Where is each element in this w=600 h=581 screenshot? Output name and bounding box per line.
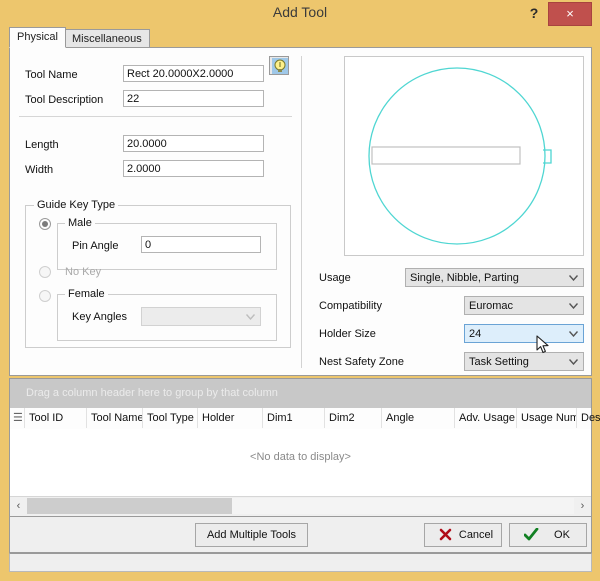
lightbulb-glyph (272, 58, 288, 74)
tab-strip: Physical Miscellaneous (9, 27, 592, 47)
column-header-tool-name[interactable]: Tool Name (87, 408, 143, 428)
length-input[interactable] (123, 135, 264, 152)
page-title: Add Tool (0, 4, 600, 20)
key-angles-label: Key Angles (72, 311, 127, 323)
section-separator (19, 116, 292, 117)
close-icon[interactable]: × (548, 2, 592, 26)
add-multiple-tools-button[interactable]: Add Multiple Tools (195, 523, 308, 547)
grid-menu-icon[interactable]: ☰ (10, 408, 25, 428)
radio-female[interactable] (39, 290, 51, 302)
title-bar: Add Tool ? × (0, 0, 600, 27)
compatibility-label: Compatibility (319, 300, 382, 312)
cancel-button-label: Cancel (455, 524, 497, 547)
pin-angle-input[interactable] (141, 236, 261, 253)
chevron-down-icon (246, 314, 255, 320)
no-key-label: No Key (65, 266, 101, 278)
column-header-angle[interactable]: Angle (382, 408, 455, 428)
usage-label: Usage (319, 272, 351, 284)
physical-tab-panel: Tool Name Tool Description Length Width … (9, 47, 592, 376)
chevron-down-icon (569, 275, 578, 281)
panel-divider (301, 56, 302, 368)
guide-key-type-label: Guide Key Type (34, 199, 118, 211)
column-header-description[interactable]: Description (577, 408, 600, 428)
tool-shape-graphic (345, 57, 583, 255)
tool-name-input[interactable] (123, 65, 264, 82)
checkmark-icon (524, 528, 539, 541)
dialog-button-bar: Add Multiple Tools Cancel OK (9, 517, 592, 553)
nest-safety-zone-label: Nest Safety Zone (319, 356, 404, 368)
cancel-button[interactable]: Cancel (424, 523, 502, 547)
scrollbar-thumb[interactable] (27, 498, 232, 514)
width-input[interactable] (123, 160, 264, 177)
length-label: Length (25, 139, 59, 151)
add-tool-dialog: Add Tool ? × Physical Miscellaneous Tool… (0, 0, 600, 581)
usage-dropdown[interactable]: Single, Nibble, Parting (405, 268, 584, 287)
tool-preview (344, 56, 584, 256)
nest-safety-zone-dropdown[interactable]: Task Setting (464, 352, 584, 371)
scroll-left-button[interactable]: ‹ (10, 497, 27, 515)
cross-icon (439, 528, 452, 541)
grid-body: <No data to display> (10, 429, 591, 497)
pin-angle-label: Pin Angle (72, 240, 118, 252)
tool-grid-panel: Drag a column header here to group by th… (9, 378, 592, 517)
radio-male[interactable] (39, 218, 51, 230)
grid-horizontal-scrollbar[interactable]: ‹ › (10, 496, 591, 516)
column-header-tool-type[interactable]: Tool Type (143, 408, 198, 428)
column-header-tool-id[interactable]: Tool ID (25, 408, 87, 428)
no-data-message: <No data to display> (10, 451, 591, 463)
tab-miscellaneous[interactable]: Miscellaneous (64, 29, 150, 47)
group-by-hint: Drag a column header here to group by th… (26, 387, 278, 399)
holder-size-dropdown[interactable]: 24 (464, 324, 584, 343)
grid-header-row: ☰ Tool ID Tool Name Tool Type Holder Dim… (10, 408, 591, 430)
tool-description-input[interactable] (123, 90, 264, 107)
group-by-band[interactable]: Drag a column header here to group by th… (10, 379, 591, 408)
column-header-adv-usage[interactable]: Adv. Usage (455, 408, 517, 428)
female-label: Female (65, 288, 108, 300)
chevron-down-icon (569, 359, 578, 365)
tool-description-label: Tool Description (25, 94, 103, 106)
radio-no-key[interactable] (39, 266, 51, 278)
tab-physical[interactable]: Physical (9, 27, 66, 48)
ok-button[interactable]: OK (509, 523, 587, 547)
column-header-usage-num[interactable]: Usage Num (517, 408, 577, 428)
compatibility-dropdown[interactable]: Euromac (464, 296, 584, 315)
ok-button-label: OK (542, 524, 582, 547)
column-header-dim1[interactable]: Dim1 (263, 408, 325, 428)
status-bar (9, 553, 592, 572)
lightbulb-icon[interactable] (269, 56, 289, 75)
key-angles-dropdown[interactable] (141, 307, 261, 326)
male-label: Male (65, 217, 95, 229)
width-label: Width (25, 164, 53, 176)
chevron-down-icon (569, 331, 578, 337)
holder-size-label: Holder Size (319, 328, 376, 340)
chevron-down-icon (569, 303, 578, 309)
scroll-right-button[interactable]: › (574, 497, 591, 515)
tool-name-label: Tool Name (25, 69, 78, 81)
help-button[interactable]: ? (524, 3, 544, 23)
column-header-holder[interactable]: Holder (198, 408, 263, 428)
column-header-dim2[interactable]: Dim2 (325, 408, 382, 428)
